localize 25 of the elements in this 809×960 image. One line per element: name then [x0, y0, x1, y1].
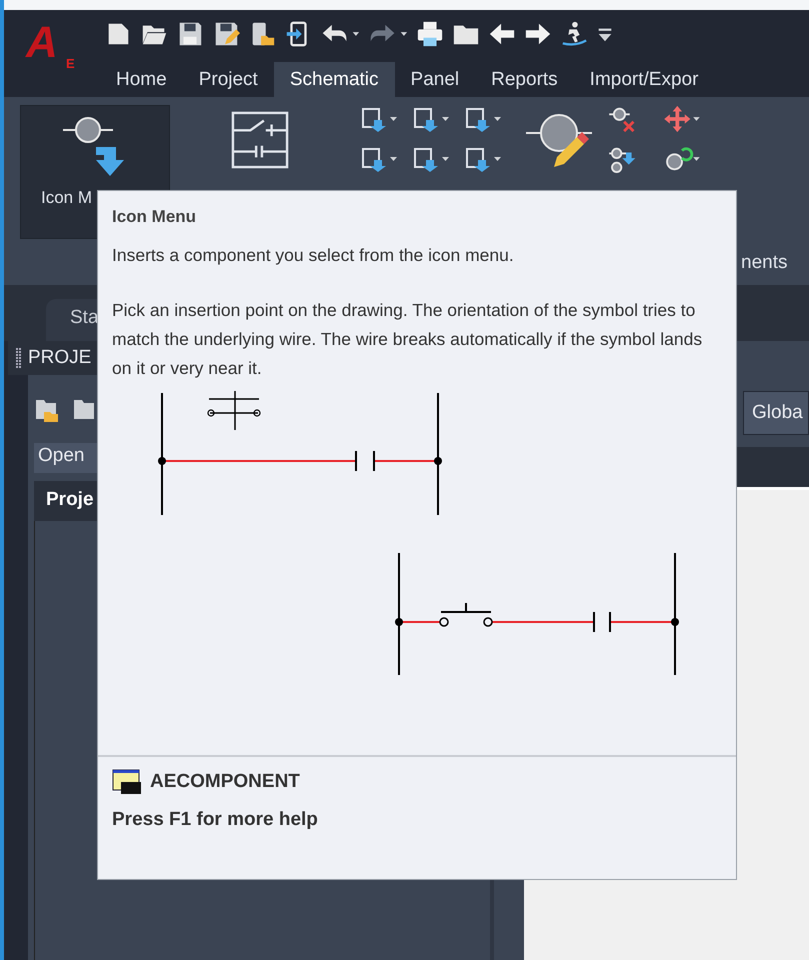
ribbon-tab[interactable]: Home — [100, 62, 183, 97]
panel-title: PROJE — [28, 347, 92, 369]
ribbon-tab[interactable]: Panel — [394, 62, 476, 97]
command-name: AECOMPONENT — [150, 771, 300, 793]
tooltip-description: Inserts a component you select from the icon menu. — [112, 245, 515, 266]
ribbon-tab[interactable]: Schematic — [274, 62, 395, 97]
circuit-builder-icon[interactable] — [231, 111, 289, 169]
ribbon-tab[interactable]: Import/Expor — [574, 62, 714, 97]
help-hint: Press F1 for more help — [112, 809, 319, 831]
surfer-icon[interactable] — [560, 20, 588, 48]
ribbon-panel-label: nents — [741, 252, 788, 274]
move-icon[interactable] — [662, 105, 702, 133]
command-window-icon — [112, 769, 142, 795]
ribbon-tab[interactable]: Project — [182, 62, 274, 97]
schematic-tool-icon[interactable] — [412, 105, 452, 133]
print-icon[interactable] — [416, 20, 444, 48]
schematic-tool-icon[interactable] — [464, 145, 504, 173]
global-button[interactable]: Globa — [743, 391, 809, 435]
schematic-tool-icon[interactable] — [464, 105, 504, 133]
grip-icon[interactable] — [16, 348, 22, 368]
schematic-tool-icon[interactable] — [412, 145, 452, 173]
schematic-tool-icon[interactable] — [360, 105, 400, 133]
schematic-tool-icon[interactable] — [360, 145, 400, 173]
ribbon-tab[interactable]: Reports — [475, 62, 574, 97]
open-project-icon[interactable] — [34, 397, 60, 423]
